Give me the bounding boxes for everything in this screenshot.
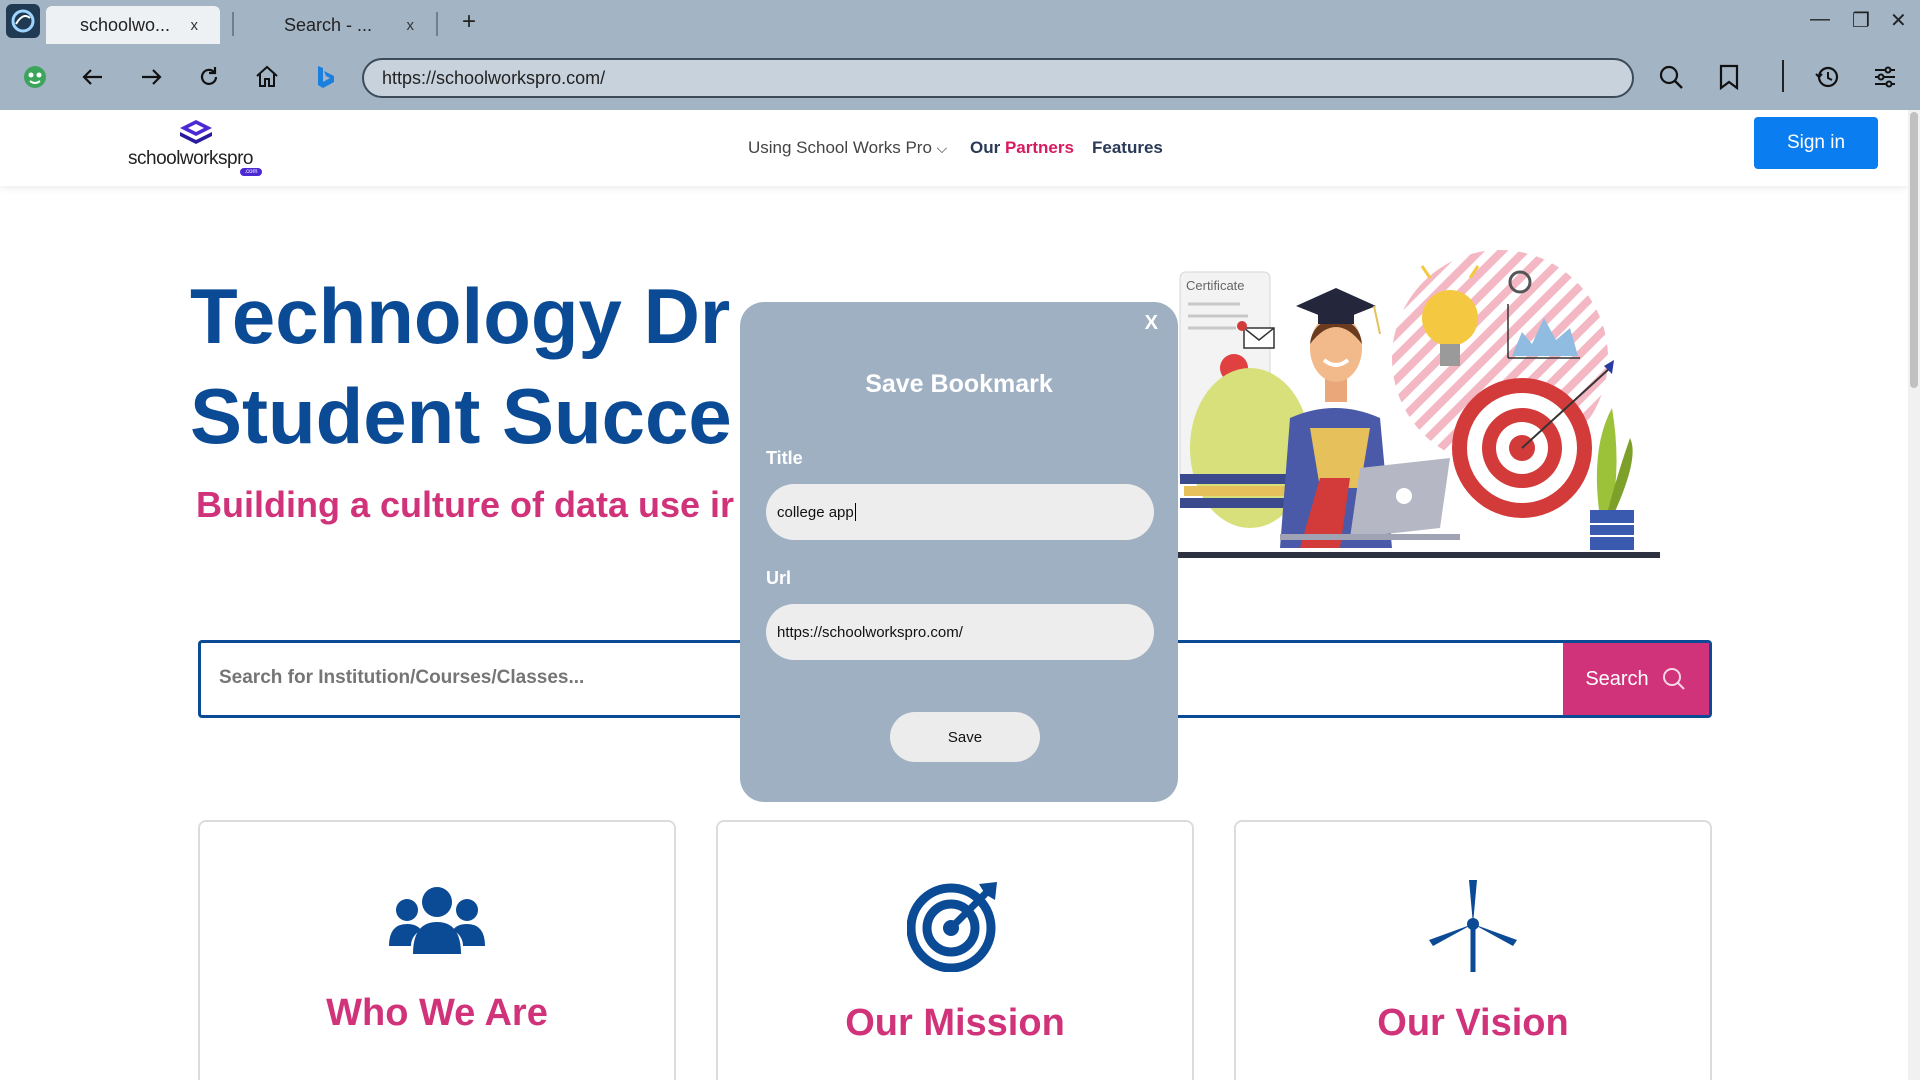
settings-icon[interactable] xyxy=(1866,58,1904,96)
nav-our-partners[interactable]: Our Partners xyxy=(970,138,1074,158)
save-button[interactable]: Save xyxy=(890,712,1040,762)
target-icon xyxy=(907,882,997,972)
nav-using-school-works-pro[interactable]: Using School Works Pro ⌵ xyxy=(748,138,947,158)
card-our-vision: Our Vision xyxy=(1234,820,1712,1080)
app-icon[interactable] xyxy=(6,4,40,38)
scrollbar-thumb[interactable] xyxy=(1910,112,1918,388)
toolbar-separator xyxy=(1782,60,1784,92)
page-scrollbar[interactable] xyxy=(1908,110,1920,1080)
hero-illustration: Certificate xyxy=(1160,250,1660,558)
back-icon[interactable] xyxy=(74,58,112,96)
sign-in-button[interactable]: Sign in xyxy=(1754,117,1878,169)
users-icon xyxy=(389,887,485,954)
certificate-text: Certificate xyxy=(1186,278,1245,293)
logo-mark-icon xyxy=(180,120,212,144)
url-label: Url xyxy=(766,568,792,588)
card-title: Our Vision xyxy=(1377,1002,1569,1044)
card-title: Who We Are xyxy=(326,992,548,1034)
tab-schoolworkspro[interactable]: schoolwo... x xyxy=(46,6,220,44)
logo-text: schoolworkspro xyxy=(128,148,254,169)
url-text: https://schoolworkspro.com/ xyxy=(382,67,606,88)
history-icon[interactable] xyxy=(1808,58,1846,96)
refresh-icon[interactable] xyxy=(190,58,228,96)
dialog-close-button[interactable]: X xyxy=(1145,312,1158,335)
nav-partners-label: Partners xyxy=(1004,138,1074,157)
hero-title-line1: Technology Dr xyxy=(190,272,731,360)
nav-features[interactable]: Features xyxy=(1092,138,1163,158)
bookmark-icon[interactable] xyxy=(1710,58,1748,96)
save-bookmark-dialog: X Save Bookmark Title college app Url ht… xyxy=(740,302,1178,802)
address-bar[interactable]: https://schoolworkspro.com/ xyxy=(362,58,1634,98)
site-logo[interactable]: schoolworkspro .com xyxy=(128,116,268,180)
wind-turbine-icon xyxy=(1429,880,1517,972)
search-button[interactable]: Search xyxy=(1563,643,1709,715)
tab-search[interactable]: Search - ... x xyxy=(236,6,436,44)
bookmark-url-value: https://schoolworkspro.com/ xyxy=(777,623,963,641)
text-caret xyxy=(854,503,856,521)
bing-icon[interactable] xyxy=(306,58,344,96)
hero-title: Technology Dr Student Succe xyxy=(190,266,750,466)
dialog-title: Save Bookmark xyxy=(865,370,1053,398)
web-page: schoolworkspro .com Using School Works P… xyxy=(0,110,1920,1080)
nav-our-label: Our xyxy=(970,138,1001,157)
browser-toolbar: https://schoolworkspro.com/ xyxy=(0,44,1920,110)
tab-separator xyxy=(232,12,234,36)
search-icon xyxy=(1662,668,1685,690)
hero-title-line2: Student Succe xyxy=(190,372,732,460)
minimize-button[interactable]: — xyxy=(1810,8,1830,31)
restore-button[interactable]: ❐ xyxy=(1852,8,1870,33)
bookmark-title-input[interactable]: college app xyxy=(766,484,1154,540)
bookmark-title-value: college app xyxy=(777,503,854,521)
new-tab-button[interactable]: + xyxy=(462,8,476,36)
search-icon[interactable] xyxy=(1652,58,1690,96)
home-icon[interactable] xyxy=(248,58,286,96)
site-header: schoolworkspro .com Using School Works P… xyxy=(0,110,1908,186)
card-title: Our Mission xyxy=(845,1002,1065,1044)
hero-subtitle: Building a culture of data use ir xyxy=(196,484,735,525)
tab-title: Search - ... xyxy=(284,14,373,35)
tab-close-icon[interactable]: x xyxy=(407,17,415,34)
tab-title: schoolwo... xyxy=(80,14,171,35)
bookmark-url-input[interactable]: https://schoolworkspro.com/ xyxy=(766,604,1154,660)
chevron-down-icon: ⌵ xyxy=(936,140,948,156)
card-our-mission: Our Mission xyxy=(716,820,1194,1080)
logo-sub: .com xyxy=(240,168,262,176)
close-window-button[interactable]: ✕ xyxy=(1890,8,1907,33)
search-button-label: Search xyxy=(1585,667,1649,690)
tab-bar: schoolwo... x Search - ... x + — ❐ ✕ xyxy=(0,0,1920,44)
tab-separator xyxy=(436,12,438,36)
nav-using-label: Using School Works Pro xyxy=(748,138,932,157)
forward-icon[interactable] xyxy=(132,58,170,96)
profile-icon[interactable] xyxy=(16,58,54,96)
title-label: Title xyxy=(766,448,803,468)
tab-close-icon[interactable]: x xyxy=(191,17,199,34)
card-who-we-are: Who We Are xyxy=(198,820,676,1080)
